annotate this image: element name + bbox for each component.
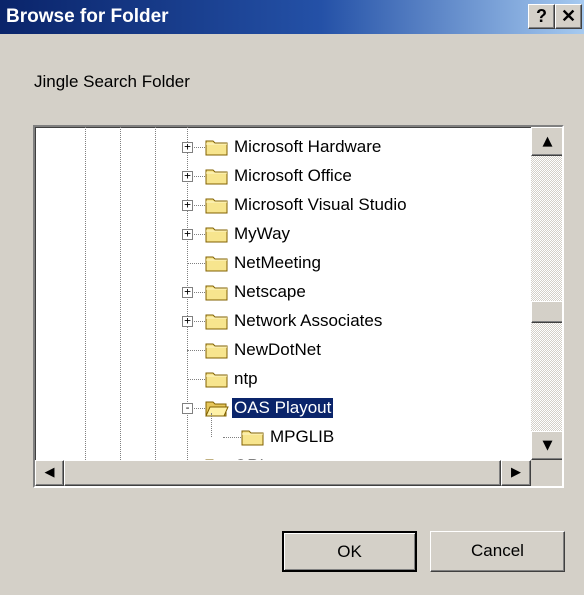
folder-icon <box>241 430 264 446</box>
tree-connector <box>211 413 212 437</box>
folder-icon <box>205 140 228 156</box>
scrollbar-corner <box>531 460 562 486</box>
folder-icon <box>205 198 228 214</box>
expand-icon[interactable]: + <box>182 199 193 211</box>
scroll-right-button[interactable]: ▶ <box>501 460 531 486</box>
ok-button[interactable]: OK <box>282 531 417 572</box>
tree-item-label: Netscape <box>234 282 306 301</box>
tree-item-label: Microsoft Hardware <box>234 137 382 156</box>
tree-item[interactable]: + MyWay <box>35 220 531 249</box>
folder-icon <box>205 256 228 272</box>
folder-tree-body: + Microsoft Hardware + Microsoft Office + Mic… <box>35 127 531 460</box>
tree-item-label: NewDotNet <box>234 340 321 359</box>
tree-connector <box>187 263 205 264</box>
tree-item[interactable]: MPGLIB <box>35 413 531 452</box>
scroll-up-button[interactable]: ▲ <box>531 127 562 156</box>
tree-item[interactable]: NetMeeting <box>35 249 531 278</box>
folder-icon <box>205 169 228 185</box>
folder-icon <box>205 372 228 388</box>
tree-item-label: MyWay <box>234 224 291 243</box>
tree-item-label: NetMeeting <box>234 253 321 272</box>
expand-icon[interactable]: + <box>182 315 193 327</box>
expand-icon[interactable]: + <box>182 228 193 240</box>
horizontal-scrollbar[interactable]: ◀ ▶ <box>35 460 531 486</box>
folder-icon <box>205 314 228 330</box>
tree-item[interactable]: + Microsoft Hardware <box>35 133 531 162</box>
tree-item-label: Network Associates <box>234 311 383 330</box>
scroll-down-arrow-icon: ▼ <box>542 438 553 453</box>
scroll-down-button[interactable]: ▼ <box>531 431 562 460</box>
browse-for-folder-dialog: Browse for Folder ? ✕ Jingle Search Fold… <box>0 0 584 595</box>
tree-item-label: Microsoft Office <box>234 166 352 185</box>
scroll-right-arrow-icon: ▶ <box>511 465 521 480</box>
tree-item-label: ntp <box>234 369 258 388</box>
tree-item-label: MPGLIB <box>270 427 335 446</box>
folder-icon <box>205 227 228 243</box>
expand-icon[interactable]: + <box>182 141 193 153</box>
tree-item[interactable]: ntp <box>35 365 531 394</box>
folder-icon <box>205 343 228 359</box>
vertical-scroll-thumb[interactable] <box>531 301 562 323</box>
expand-icon[interactable]: + <box>182 286 193 298</box>
horizontal-scroll-thumb[interactable] <box>64 460 501 486</box>
scroll-left-button[interactable]: ◀ <box>35 460 64 486</box>
tree-connector <box>187 350 205 351</box>
tree-item[interactable]: + Netscape <box>35 278 531 307</box>
tree-item[interactable]: + Network Associates <box>35 307 531 336</box>
tree-item[interactable]: +ORL <box>35 452 531 460</box>
folder-icon <box>205 285 228 301</box>
tree-item[interactable]: + Microsoft Office <box>35 162 531 191</box>
expand-icon[interactable]: + <box>182 170 193 182</box>
tree-item-label: Microsoft Visual Studio <box>234 195 407 214</box>
title-bar[interactable]: Browse for Folder ? ✕ <box>0 0 584 34</box>
cancel-button[interactable]: Cancel <box>430 531 565 572</box>
close-button[interactable]: ✕ <box>555 4 582 29</box>
tree-item-label: OAS Playout <box>230 397 335 419</box>
window-title: Browse for Folder <box>6 6 169 27</box>
collapse-icon[interactable]: - <box>182 402 193 414</box>
tree-connector <box>223 437 241 438</box>
folder-tree[interactable]: + Microsoft Hardware + Microsoft Office + Mic… <box>33 125 564 488</box>
scroll-left-arrow-icon: ◀ <box>44 465 55 480</box>
vertical-scrollbar[interactable]: ▲ ▼ <box>531 127 562 460</box>
tree-item[interactable]: - OAS Playout <box>35 394 531 423</box>
tree-item[interactable]: NewDotNet <box>35 336 531 365</box>
help-button[interactable]: ? <box>528 4 555 29</box>
folder-icon <box>205 401 229 417</box>
tree-item[interactable]: + Microsoft Visual Studio <box>35 191 531 220</box>
tree-connector <box>187 379 205 380</box>
dialog-prompt: Jingle Search Folder <box>34 72 190 91</box>
scroll-up-arrow-icon: ▲ <box>542 134 553 149</box>
